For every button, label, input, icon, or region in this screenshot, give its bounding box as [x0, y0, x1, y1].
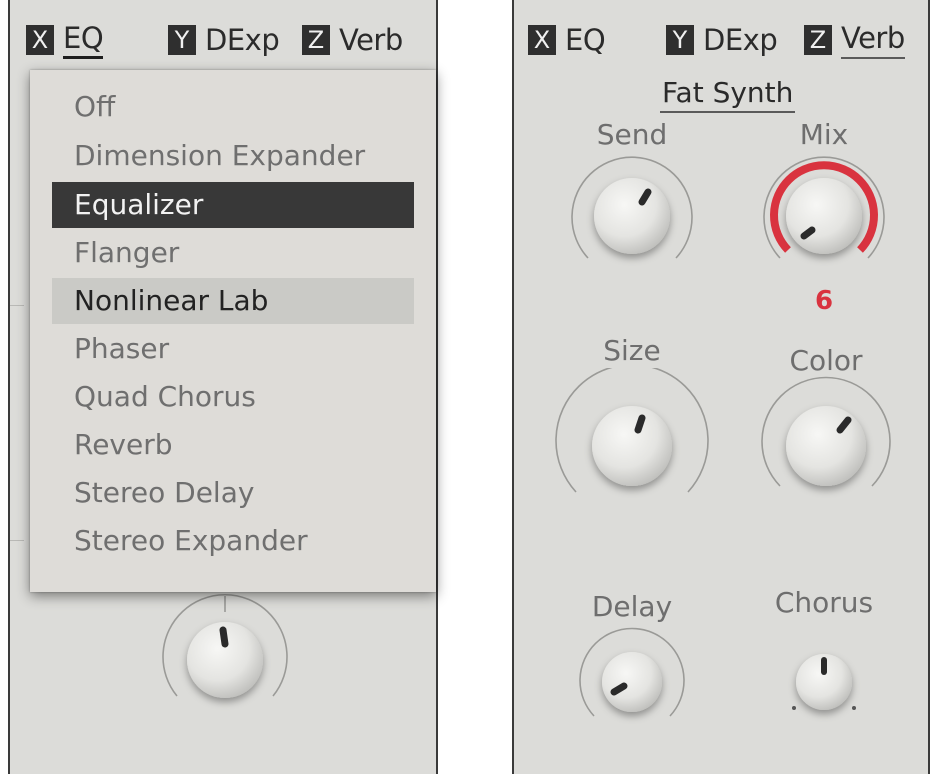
delay-knob[interactable] [572, 622, 692, 736]
tab-slot-x[interactable]: X EQ [528, 22, 606, 58]
menu-item-flanger[interactable]: Flanger [52, 230, 414, 276]
tab-slot-z-label: Verb [339, 23, 403, 57]
slot-y-badge: Y [168, 25, 196, 55]
menu-item-stereo-delay[interactable]: Stereo Delay [52, 470, 414, 516]
slot-y-badge: Y [666, 25, 694, 55]
left-effect-panel: X EQ Y DExp Z Verb Off Dimension Expande… [8, 0, 438, 774]
tab-slot-x-label: EQ [63, 21, 104, 59]
send-knob[interactable] [562, 148, 702, 282]
menu-item-phaser[interactable]: Phaser [52, 326, 414, 372]
color-knob[interactable] [756, 374, 896, 508]
menu-item-reverb[interactable]: Reverb [52, 422, 414, 468]
right-effect-panel: X EQ Y DExp Z Verb Fat Synth Send Mix 6 [512, 0, 930, 774]
effect-slot-tabs: X EQ Y DExp Z Verb [10, 21, 436, 62]
size-label: Size [603, 334, 661, 367]
chorus-knob[interactable] [774, 640, 874, 734]
menu-item-off[interactable]: Off [52, 84, 414, 130]
menu-item-stereo-expander[interactable]: Stereo Expander [52, 518, 414, 564]
tab-slot-z-label: Verb [841, 21, 905, 59]
tab-slot-y[interactable]: Y DExp [168, 22, 280, 58]
mix-label: Mix [799, 118, 849, 151]
menu-item-quad-chorus[interactable]: Quad Chorus [52, 374, 414, 420]
chorus-label: Chorus [774, 586, 874, 619]
tab-slot-z[interactable]: Z Verb [804, 21, 905, 59]
effect-slot-tabs: X EQ Y DExp Z Verb [514, 21, 928, 62]
size-knob[interactable] [552, 363, 712, 512]
mix-value: 6 [814, 286, 834, 316]
menu-item-nonlinear-lab[interactable]: Nonlinear Lab [52, 278, 414, 324]
tab-slot-y[interactable]: Y DExp [666, 22, 778, 58]
tab-slot-x[interactable]: X EQ [26, 21, 104, 59]
slot-z-badge: Z [804, 25, 832, 55]
mix-knob[interactable] [754, 148, 894, 282]
slot-z-badge: Z [302, 25, 330, 55]
preset-selector[interactable]: Fat Synth [660, 76, 796, 113]
tab-slot-y-label: DExp [205, 23, 280, 57]
color-label: Color [789, 344, 863, 377]
tab-slot-x-label: EQ [565, 23, 606, 57]
slot-x-badge: X [26, 25, 54, 55]
partial-knob[interactable] [155, 590, 295, 720]
tab-slot-z[interactable]: Z Verb [302, 22, 403, 58]
slot-x-badge: X [528, 25, 556, 55]
menu-item-equalizer[interactable]: Equalizer [52, 182, 414, 228]
effect-type-dropdown: Off Dimension Expander Equalizer Flanger… [30, 70, 436, 592]
tab-slot-y-label: DExp [703, 23, 778, 57]
send-label: Send [596, 118, 668, 151]
menu-item-dimension-expander[interactable]: Dimension Expander [52, 133, 414, 179]
delay-label: Delay [591, 590, 673, 623]
